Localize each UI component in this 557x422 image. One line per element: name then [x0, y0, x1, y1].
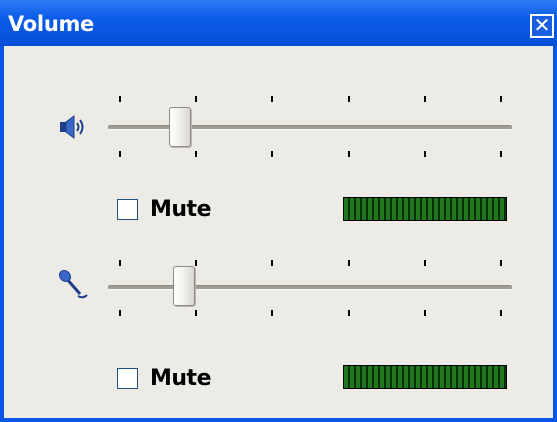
slider-tick — [119, 151, 121, 157]
slider-tick — [424, 310, 426, 316]
speaker-level-meter-fill — [344, 198, 506, 220]
slider-tick — [348, 260, 350, 266]
microphone-icon — [58, 269, 88, 299]
slider-tick — [348, 96, 350, 102]
slider-tick — [500, 151, 502, 157]
microphone-level-meter-fill — [344, 366, 506, 388]
slider-tick — [271, 151, 273, 157]
slider-tick — [195, 310, 197, 316]
speaker-level-meter — [343, 197, 507, 221]
microphone-level-meter — [343, 365, 507, 389]
slider-tick — [348, 310, 350, 316]
slider-tick — [424, 260, 426, 266]
window-title: Volume — [8, 12, 95, 36]
microphone-volume-slider-thumb[interactable] — [172, 266, 195, 306]
close-icon: ✕ — [533, 13, 551, 37]
slider-tick — [500, 310, 502, 316]
speaker-mute-checkbox[interactable] — [117, 199, 138, 220]
slider-tick — [500, 96, 502, 102]
speaker-volume-slider-thumb[interactable] — [169, 107, 192, 147]
speaker-mute-label[interactable]: Mute — [150, 197, 212, 222]
slider-tick — [500, 260, 502, 266]
volume-panel: Mute Mute — [4, 46, 553, 418]
microphone-mute-checkbox[interactable] — [117, 368, 138, 389]
speaker-icon — [60, 115, 84, 139]
slider-tick — [119, 310, 121, 316]
title-bar[interactable]: Volume ✕ — [0, 0, 557, 46]
slider-tick — [195, 96, 197, 102]
slider-tick — [119, 96, 121, 102]
microphone-mute-label[interactable]: Mute — [150, 366, 212, 391]
slider-tick — [195, 151, 197, 157]
slider-tick — [271, 260, 273, 266]
slider-tick — [195, 260, 197, 266]
slider-tick — [348, 151, 350, 157]
slider-tick — [119, 260, 121, 266]
slider-tick — [424, 96, 426, 102]
slider-tick — [271, 310, 273, 316]
slider-tick — [424, 151, 426, 157]
microphone-slider-track[interactable] — [108, 285, 512, 290]
close-button[interactable]: ✕ — [530, 14, 554, 38]
slider-tick — [271, 96, 273, 102]
volume-window: Volume ✕ Mute Mute — [0, 0, 557, 422]
